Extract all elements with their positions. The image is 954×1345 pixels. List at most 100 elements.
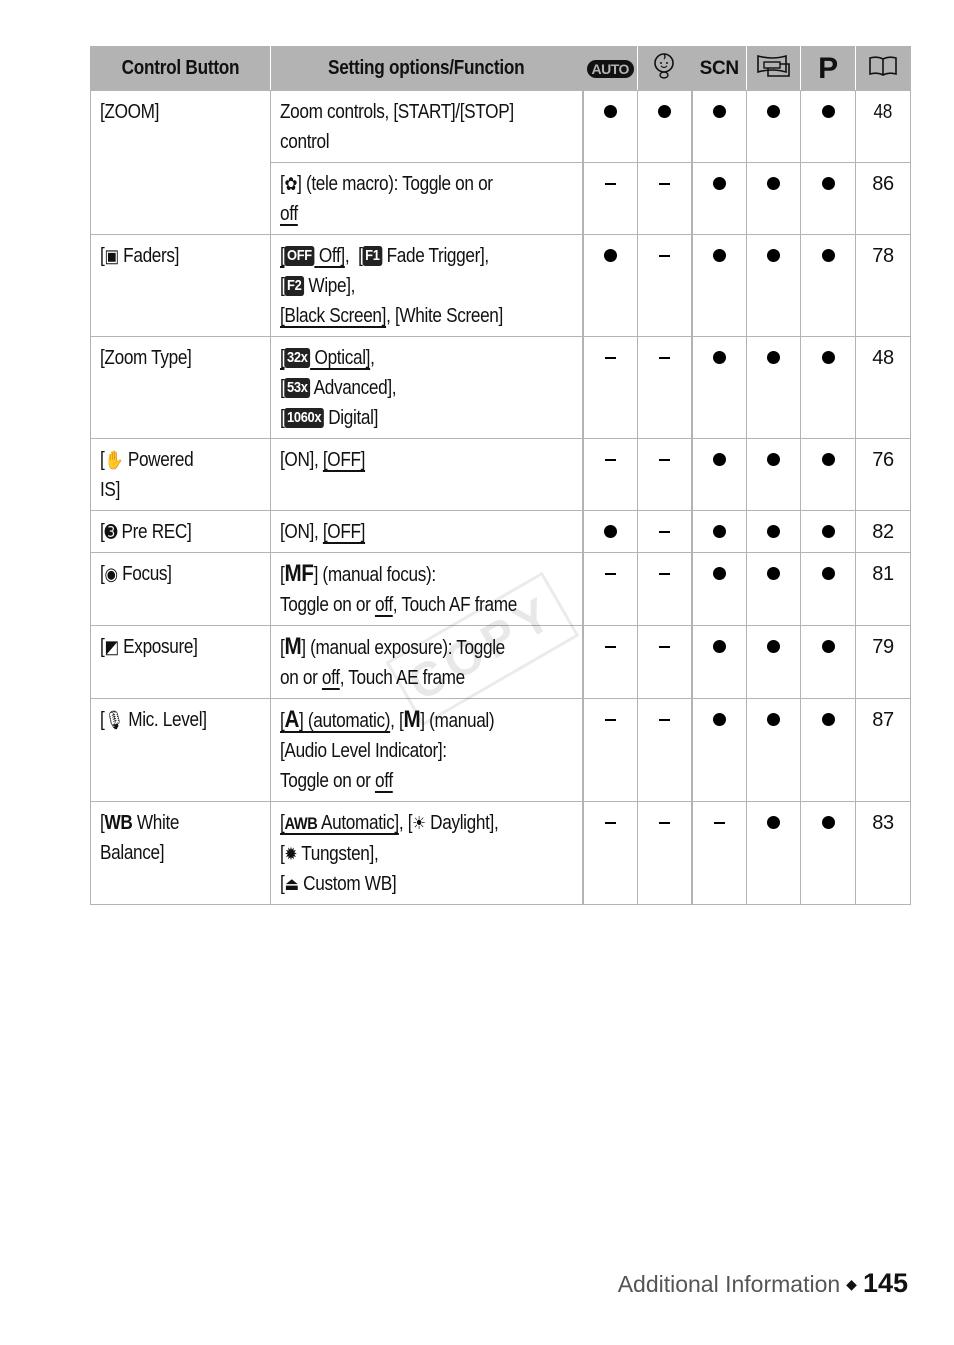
control-cell: [➌ Pre REC] — [90, 510, 271, 553]
page-footer: Additional Information ◆ 145 — [618, 1268, 908, 1299]
cinema-mark — [746, 162, 801, 235]
baby-mark — [637, 90, 692, 163]
p-mode-icon: P — [818, 51, 838, 85]
daylight-icon: ☀ — [412, 813, 426, 833]
scn-mark — [690, 438, 747, 511]
header-p-mode: P — [800, 46, 856, 91]
table-row: [ZOOM] Zoom controls, [START]/[STOP] cont… — [90, 90, 911, 235]
cinema-mark — [746, 438, 801, 511]
table-row: [WB White Balance] [AWB Automatic], [☀ Da… — [90, 801, 911, 905]
setting-cell: [A] (automatic), [M] (manual) [Audio Leve… — [270, 698, 583, 802]
scn-mark — [690, 336, 747, 439]
p-mark — [800, 438, 856, 511]
page-ref: 78 — [855, 234, 911, 337]
header-scn-mode: SCN — [690, 46, 747, 91]
setting-cell: Zoom controls, [START]/[STOP] control — [270, 90, 583, 163]
awb-badge: AWB — [284, 814, 318, 833]
baby-mark — [637, 234, 692, 337]
auto-mark — [581, 90, 638, 163]
microphone-icon: 🎙 — [104, 710, 124, 730]
setting-cell: [ON], [OFF] — [270, 438, 583, 511]
header-cinema-mode — [746, 46, 801, 91]
auto-mark — [581, 336, 638, 439]
scn-mode-icon: SCN — [699, 58, 740, 79]
baby-mark — [637, 625, 692, 699]
auto-mark — [581, 698, 638, 802]
p-mark — [800, 234, 856, 337]
control-cell: [▣ Faders] — [90, 234, 271, 337]
cinema-mode-icon — [756, 54, 790, 77]
tele-macro-icon: ✿ — [284, 174, 298, 194]
scn-mark — [690, 698, 747, 802]
auto-mark — [581, 625, 638, 699]
control-cell: [🎙 Mic. Level] — [90, 698, 271, 802]
table-row: [🎙 Mic. Level] [A] (automatic), [M] (man… — [90, 698, 911, 802]
page-ref: 87 — [855, 698, 911, 802]
cinema-mark — [746, 552, 801, 626]
setting-cell: [✿] (tele macro): Toggle on or off — [270, 162, 583, 235]
function-table: Control Button Setting options/Function … — [90, 46, 911, 905]
p-mark — [800, 552, 856, 626]
fader-f1-badge: F1 — [362, 246, 383, 266]
setting-cell: [AWB Automatic], [☀ Daylight], [✹ Tungste… — [270, 801, 583, 905]
table-row: [◩ Exposure] [M] (manual exposure): Togg… — [90, 625, 911, 699]
header-setting: Setting options/Function — [270, 46, 583, 91]
auto-mark — [581, 510, 638, 553]
cinema-mark — [746, 336, 801, 439]
cinema-mark — [746, 90, 801, 163]
baby-mark — [637, 801, 692, 905]
faders-icon: ▣ — [104, 246, 119, 266]
baby-mark — [637, 552, 692, 626]
auto-mark — [581, 234, 638, 337]
control-cell: [WB White Balance] — [90, 801, 271, 905]
baby-mark — [637, 510, 692, 553]
scn-mark — [690, 162, 747, 235]
table-row: [➌ Pre REC] [ON], [OFF] 82 — [90, 510, 911, 553]
custom-wb-icon: ⏏ — [284, 874, 299, 894]
powered-is-icon: ✋ — [104, 450, 124, 470]
scn-mark — [690, 552, 747, 626]
mf-badge: MF — [284, 560, 314, 587]
book-icon — [869, 55, 897, 76]
diamond-separator-icon: ◆ — [846, 1276, 857, 1292]
setting-cell: [M] (manual exposure): Toggle on or off, … — [270, 625, 583, 699]
cinema-mark — [746, 698, 801, 802]
page-ref: 79 — [855, 625, 911, 699]
control-cell: [✋ Powered IS] — [90, 438, 271, 511]
baby-mode-icon — [654, 52, 675, 79]
p-mark — [800, 801, 856, 905]
focus-icon: ◉ — [104, 564, 118, 584]
zoom-32x-badge: 32x — [284, 348, 311, 368]
scn-mark — [690, 801, 747, 905]
auto-mark — [581, 438, 638, 511]
header-auto-mode: AUTO — [581, 46, 638, 91]
p-mark — [800, 162, 856, 235]
control-cell: [◉ Focus] — [90, 552, 271, 626]
zoom-53x-badge: 53x — [284, 378, 311, 398]
page-ref: 83 — [855, 801, 911, 905]
header-baby-mode — [637, 46, 692, 91]
auto-mark — [581, 801, 638, 905]
fader-f2-badge: F2 — [284, 276, 304, 296]
table-row: [▣ Faders] [OFF Off], [F1 Fade Trigger],… — [90, 234, 911, 337]
page-number: 145 — [862, 1268, 908, 1298]
cinema-mark — [746, 234, 801, 337]
auto-mark — [581, 162, 638, 235]
page-ref: 48 — [855, 336, 911, 439]
m-badge: M — [403, 706, 421, 733]
fader-off-badge: OFF — [284, 246, 315, 266]
table-row: [Zoom Type] [32x Optical],[53x Advanced]… — [90, 336, 911, 439]
scn-mark — [690, 234, 747, 337]
baby-mark — [637, 698, 692, 802]
p-mark — [800, 510, 856, 553]
baby-mark — [637, 336, 692, 439]
page-ref: 82 — [855, 510, 911, 553]
setting-cell: [MF] (manual focus): Toggle on or off, To… — [270, 552, 583, 626]
cinema-mark — [746, 801, 801, 905]
exposure-icon: ◩ — [104, 637, 119, 657]
baby-mark — [637, 438, 692, 511]
table-row: [◉ Focus] [MF] (manual focus): Toggle on … — [90, 552, 911, 626]
scn-mark — [690, 90, 747, 163]
header-control-button: Control Button — [90, 46, 271, 91]
page-ref: 86 — [855, 162, 911, 235]
